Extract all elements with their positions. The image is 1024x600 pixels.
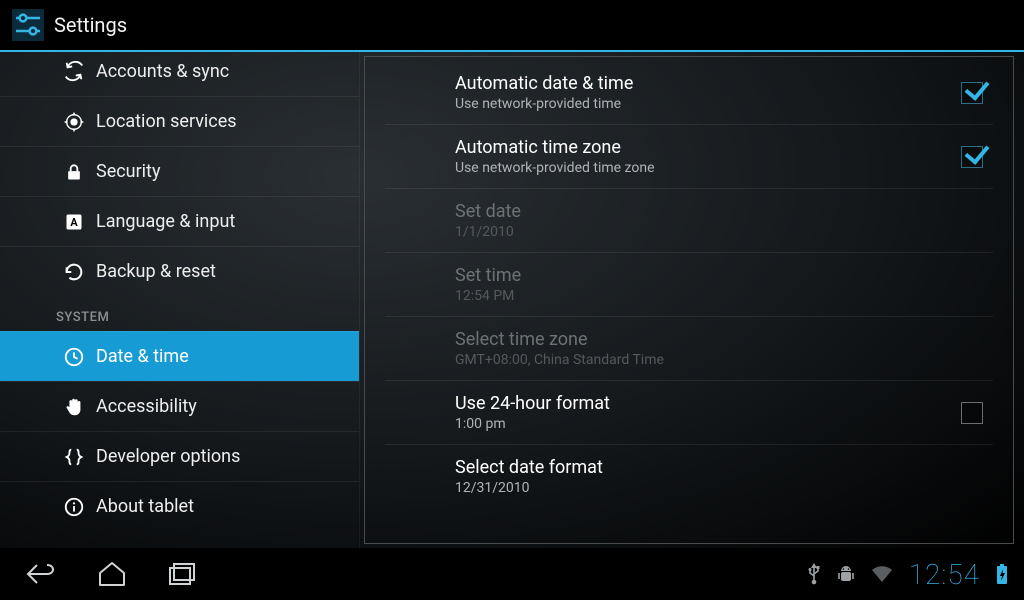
- sidebar-item-label: Location services: [60, 111, 237, 132]
- row-set-time: Set time 12:54 PM: [385, 253, 993, 317]
- sidebar-item-security[interactable]: Security: [0, 146, 359, 196]
- row-primary: Automatic date & time: [455, 73, 961, 94]
- row-set-date: Set date 1/1/2010: [385, 189, 993, 253]
- wifi-icon: [871, 565, 893, 583]
- row-secondary: Use network-provided time zone: [455, 160, 961, 176]
- row-select-date-format[interactable]: Select date format 12/31/2010: [385, 445, 993, 508]
- sync-icon: [62, 59, 86, 83]
- row-secondary: Use network-provided time: [455, 96, 961, 112]
- page-title: Settings: [54, 13, 127, 37]
- sidebar-item-location[interactable]: Location services: [0, 96, 359, 146]
- row-secondary: GMT+08:00, China Standard Time: [455, 352, 983, 368]
- row-primary: Set time: [455, 265, 983, 286]
- home-button[interactable]: [92, 554, 132, 594]
- info-icon: [62, 495, 86, 519]
- content-area: Accounts & sync Location services: [0, 52, 1024, 548]
- row-secondary: 1/1/2010: [455, 224, 983, 240]
- sidebar-item-date-time[interactable]: Date & time: [0, 331, 359, 381]
- row-secondary: 12/31/2010: [455, 480, 983, 496]
- action-bar: Settings: [0, 0, 1024, 52]
- checkbox-automatic-time-zone[interactable]: [961, 146, 983, 168]
- recent-apps-button[interactable]: [162, 554, 202, 594]
- settings-app-icon: [12, 9, 44, 41]
- braces-icon: [62, 445, 86, 469]
- row-24-hour-format[interactable]: Use 24-hour format 1:00 pm: [385, 381, 993, 445]
- sidebar-item-label: Developer options: [60, 446, 240, 467]
- sidebar-item-language[interactable]: A Language & input: [0, 196, 359, 246]
- sidebar-item-accounts-sync[interactable]: Accounts & sync: [0, 52, 359, 96]
- sidebar-item-label: Language & input: [60, 211, 235, 232]
- row-select-time-zone: Select time zone GMT+08:00, China Standa…: [385, 317, 993, 381]
- language-icon: A: [62, 210, 86, 234]
- row-automatic-date-time[interactable]: Automatic date & time Use network-provid…: [385, 61, 993, 125]
- detail-panel: Automatic date & time Use network-provid…: [360, 52, 1024, 548]
- row-secondary: 12:54 PM: [455, 288, 983, 304]
- sidebar: Accounts & sync Location services: [0, 52, 360, 548]
- back-button[interactable]: [22, 554, 62, 594]
- checkbox-automatic-date-time[interactable]: [961, 82, 983, 104]
- row-primary: Automatic time zone: [455, 137, 961, 158]
- svg-text:A: A: [70, 216, 78, 229]
- location-icon: [62, 110, 86, 134]
- status-clock[interactable]: 12:54: [909, 558, 980, 591]
- sidebar-item-about[interactable]: About tablet: [0, 481, 359, 531]
- row-primary: Select date format: [455, 457, 983, 478]
- lock-icon: [62, 160, 86, 184]
- backup-icon: [62, 260, 86, 284]
- sidebar-header-system: SYSTEM: [0, 296, 359, 331]
- sidebar-item-developer[interactable]: Developer options: [0, 431, 359, 481]
- row-secondary: 1:00 pm: [455, 416, 961, 432]
- clock-icon: [62, 345, 86, 369]
- row-automatic-time-zone[interactable]: Automatic time zone Use network-provided…: [385, 125, 993, 189]
- usb-icon: [807, 563, 821, 585]
- adb-debug-icon: [837, 564, 855, 584]
- row-primary: Set date: [455, 201, 983, 222]
- hand-icon: [62, 395, 86, 419]
- system-nav-bar: 12:54: [0, 548, 1024, 600]
- sidebar-item-backup[interactable]: Backup & reset: [0, 246, 359, 296]
- battery-charging-icon: [996, 563, 1008, 585]
- row-primary: Use 24-hour format: [455, 393, 961, 414]
- sidebar-item-accessibility[interactable]: Accessibility: [0, 381, 359, 431]
- checkbox-24-hour-format[interactable]: [961, 402, 983, 424]
- row-primary: Select time zone: [455, 329, 983, 350]
